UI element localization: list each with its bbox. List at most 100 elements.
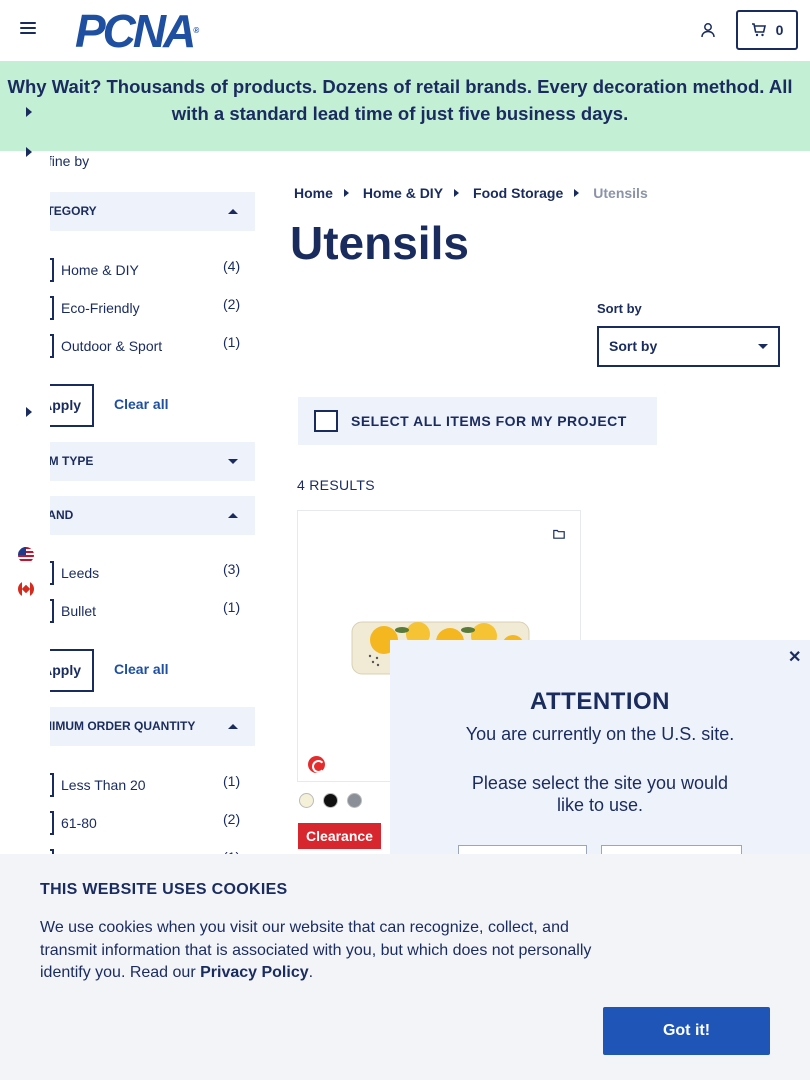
filter-option[interactable]: Outdoor & Sport (1)	[50, 334, 255, 358]
page-title: Utensils	[290, 217, 469, 269]
modal-message: You are currently on the U.S. site.	[465, 724, 735, 744]
filter-option-count: (2)	[223, 296, 241, 312]
clear-all-link[interactable]: Clear all	[114, 396, 168, 412]
checkbox[interactable]	[50, 334, 54, 358]
us-flag-icon[interactable]	[18, 547, 34, 563]
caret-right-icon	[343, 189, 349, 197]
cookie-body: We use cookies when you visit our websit…	[40, 919, 592, 981]
account-icon[interactable]	[700, 22, 716, 38]
filter-option-label: Eco-Friendly	[61, 300, 140, 316]
cookie-text: We use cookies when you visit our websit…	[40, 917, 610, 985]
filter-option-count: (3)	[223, 561, 241, 577]
promo-banner-text: Why Wait? Thousands of products. Dozens …	[7, 76, 793, 124]
breadcrumb-home[interactable]: Home	[294, 185, 333, 201]
rotate-360-icon[interactable]	[308, 756, 325, 773]
color-swatch[interactable]	[323, 793, 338, 808]
filter-sidebar: Refine by CATEGORY Home & DIY (4) Eco-Fr…	[50, 150, 260, 870]
filter-option[interactable]: Leeds (3)	[50, 561, 255, 585]
caret-up-icon	[228, 513, 238, 518]
cookie-banner: THIS WEBSITE USES COOKIES We use cookies…	[0, 854, 810, 1080]
filter-option-label: 61-80	[61, 815, 97, 831]
filter-brand-header[interactable]: BRAND	[50, 496, 255, 535]
filter-category-title: CATEGORY	[50, 204, 97, 218]
cart-count: 0	[775, 22, 784, 38]
sort-by-label: Sort by	[597, 301, 642, 316]
filter-item-type-title: ITEM TYPE	[50, 454, 94, 468]
promo-banner: Why Wait? Thousands of products. Dozens …	[0, 61, 810, 151]
select-all-checkbox[interactable]	[314, 410, 338, 432]
cookie-title: THIS WEBSITE USES COOKIES	[40, 881, 288, 898]
checkbox[interactable]	[50, 773, 54, 797]
filter-option-count: (2)	[223, 811, 241, 827]
caret-up-icon	[228, 209, 238, 214]
filter-min-qty-title: MINIMUM ORDER QUANTITY	[50, 719, 196, 733]
filter-option[interactable]: Home & DIY (4)	[50, 258, 255, 282]
filter-item-type-header[interactable]: ITEM TYPE	[50, 442, 255, 481]
caret-down-icon	[228, 459, 238, 464]
site-select-modal: ✕ ATTENTION You are currently on the U.S…	[390, 640, 810, 875]
filter-option[interactable]: Eco-Friendly (2)	[50, 296, 255, 320]
pcna-logo[interactable]: PCNA®	[75, 8, 200, 54]
select-all-bar[interactable]: SELECT ALL ITEMS FOR MY PROJECT	[298, 397, 657, 445]
folder-icon[interactable]	[553, 529, 565, 539]
side-rail	[0, 61, 50, 861]
filter-option[interactable]: 61-80 (2)	[50, 811, 255, 835]
filter-option-label: Bullet	[61, 603, 97, 619]
close-icon[interactable]: ✕	[788, 647, 801, 667]
modal-prompt: Please select the site you would like to…	[471, 773, 729, 815]
sort-select-value: Sort by	[609, 338, 658, 354]
refine-by-label: Refine by	[50, 153, 90, 169]
caret-right-icon	[574, 189, 580, 197]
checkbox[interactable]	[50, 258, 54, 282]
checkbox[interactable]	[50, 599, 54, 623]
breadcrumb-home-diy[interactable]: Home & DIY	[363, 185, 443, 201]
clearance-badge: Clearance	[298, 823, 381, 849]
checkbox[interactable]	[50, 296, 54, 320]
filter-category-header[interactable]: CATEGORY	[50, 192, 255, 231]
breadcrumb-current: Utensils	[593, 185, 648, 201]
filter-option[interactable]: Bullet (1)	[50, 599, 255, 623]
menu-icon[interactable]	[20, 22, 36, 36]
select-all-label: SELECT ALL ITEMS FOR MY PROJECT	[351, 413, 627, 429]
site-header: PCNA® 0	[0, 0, 810, 61]
accept-cookies-button[interactable]: Got it!	[603, 1007, 770, 1055]
apply-button[interactable]: Apply	[50, 649, 94, 692]
caret-up-icon	[228, 724, 238, 729]
checkbox[interactable]	[50, 561, 54, 585]
caret-right-icon[interactable]	[26, 407, 32, 417]
filter-option-count: (1)	[223, 773, 241, 789]
caret-right-icon[interactable]	[26, 107, 32, 117]
page: PCNA® 0 Why Wait? Thousands of products.…	[0, 0, 810, 1080]
logo-text: PCNA	[75, 5, 196, 57]
logo-registered-mark: ®	[193, 26, 200, 35]
color-swatches	[299, 793, 362, 808]
sort-select[interactable]: Sort by	[597, 326, 780, 367]
results-count: 4 RESULTS	[297, 477, 375, 493]
filter-option[interactable]: Less Than 20 (1)	[50, 773, 255, 797]
filter-option-count: (4)	[223, 258, 241, 274]
breadcrumb: Home Home & DIY Food Storage Utensils	[294, 185, 648, 201]
filter-option-count: (1)	[223, 334, 241, 350]
caret-right-icon	[454, 189, 460, 197]
filter-min-qty-header[interactable]: MINIMUM ORDER QUANTITY	[50, 707, 255, 746]
color-swatch[interactable]	[347, 793, 362, 808]
cart-button[interactable]: 0	[736, 10, 798, 50]
cart-icon	[751, 23, 766, 37]
filter-option-label: Outdoor & Sport	[61, 338, 163, 354]
clear-all-link[interactable]: Clear all	[114, 661, 168, 677]
canada-flag-icon[interactable]	[18, 581, 34, 597]
filter-option-label: Leeds	[61, 565, 100, 581]
filter-option-label: Less Than 20	[61, 777, 146, 793]
checkbox[interactable]	[50, 811, 54, 835]
apply-button[interactable]: Apply	[50, 384, 94, 427]
color-swatch[interactable]	[299, 793, 314, 808]
filter-brand-title: BRAND	[50, 508, 74, 522]
breadcrumb-food-storage[interactable]: Food Storage	[473, 185, 563, 201]
caret-right-icon[interactable]	[26, 147, 32, 157]
privacy-policy-link[interactable]: Privacy Policy	[200, 964, 309, 981]
cookie-period: .	[308, 964, 314, 981]
modal-title: ATTENTION	[529, 688, 671, 715]
filter-option-label: Home & DIY	[61, 262, 139, 278]
chevron-down-icon	[758, 344, 768, 349]
filter-option-count: (1)	[223, 599, 241, 615]
